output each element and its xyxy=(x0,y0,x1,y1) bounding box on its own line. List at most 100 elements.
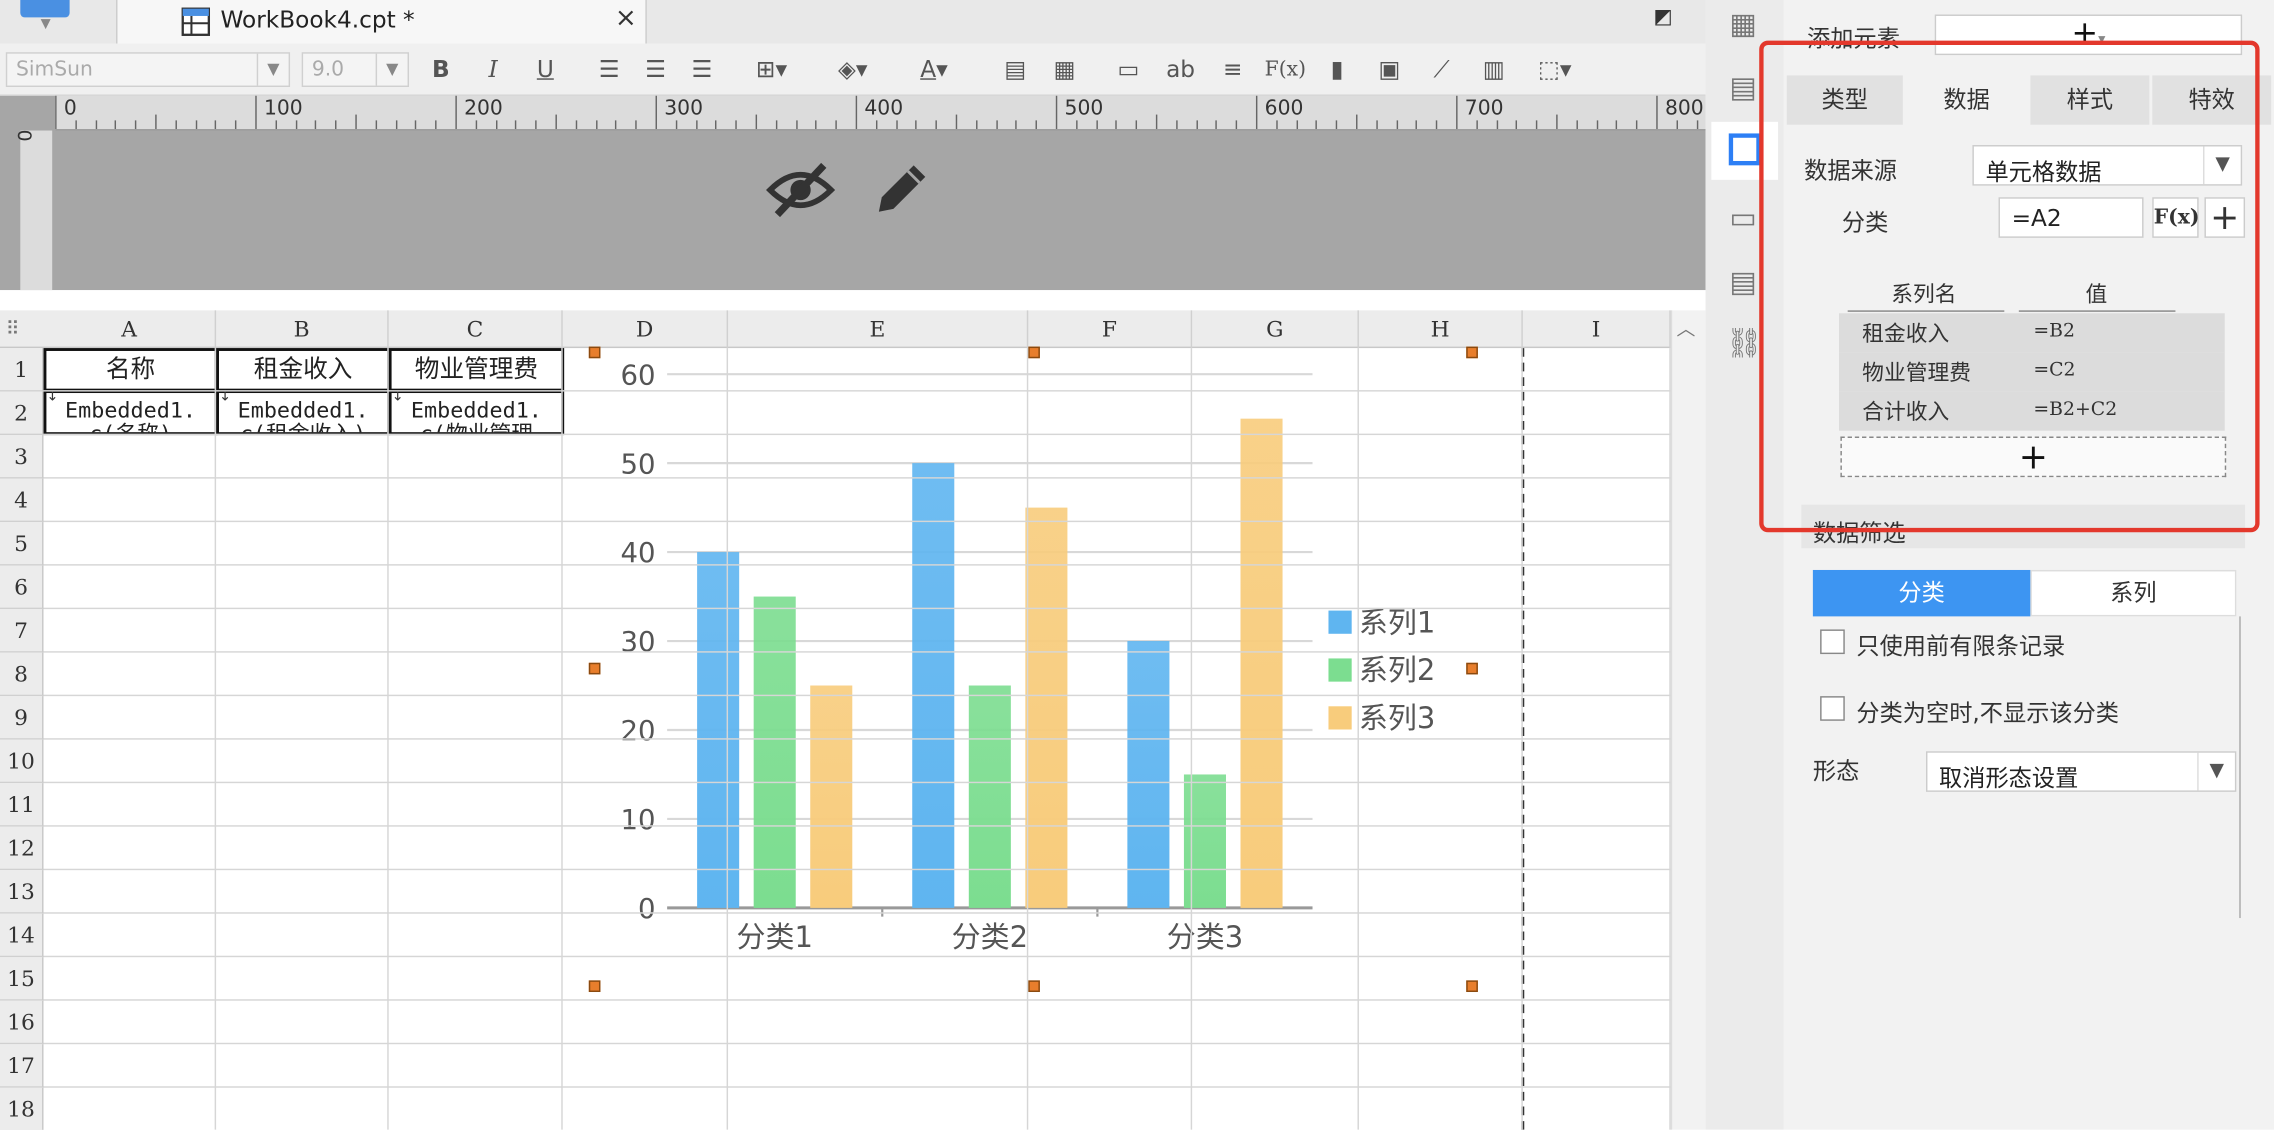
formula-icon[interactable]: F(x) xyxy=(1265,54,1306,86)
row-header[interactable]: 12 xyxy=(0,826,44,871)
column-header[interactable]: E xyxy=(728,310,1029,349)
resize-handle[interactable] xyxy=(588,980,601,993)
merge-cells-icon[interactable]: ▤ xyxy=(998,54,1033,86)
chevron-down-icon[interactable]: ▼ xyxy=(256,53,289,86)
resize-handle[interactable] xyxy=(1466,980,1478,993)
hide-empty-checkbox[interactable] xyxy=(1820,696,1845,721)
cell-a2[interactable]: Embedded1. c(名称) xyxy=(43,390,218,436)
ruler-tick xyxy=(1416,120,1418,130)
grid-row-line xyxy=(43,607,1671,610)
column-header[interactable]: C xyxy=(389,310,563,349)
slash-icon[interactable]: ⟋ xyxy=(1424,54,1459,86)
row-header[interactable]: 4 xyxy=(0,478,44,523)
text-ab-icon[interactable]: ab xyxy=(1163,54,1198,86)
italic-button[interactable]: I xyxy=(479,54,508,86)
resize-handle[interactable] xyxy=(1028,346,1040,359)
page-icon[interactable]: ▥ xyxy=(1476,54,1511,86)
frame-icon[interactable]: ⬚▾ xyxy=(1526,54,1584,86)
ruler-tick xyxy=(1596,120,1598,130)
shape-select[interactable]: 取消形态设置 ▼ xyxy=(1925,751,2237,792)
align-right-icon[interactable]: ☰ xyxy=(685,54,720,86)
condition-icon[interactable]: ▤ xyxy=(1726,264,1761,299)
row-header[interactable]: 18 xyxy=(0,1087,44,1130)
cell-c2[interactable]: Embedded1. c(物业管理 xyxy=(388,390,565,436)
resize-handle[interactable] xyxy=(1028,980,1040,993)
ruler-tick xyxy=(55,95,57,130)
row-header[interactable]: 3 xyxy=(0,435,44,479)
scroll-up-icon[interactable]: ︿ xyxy=(1677,313,1696,341)
filter-tab-series[interactable]: 系列 xyxy=(2030,569,2237,617)
cell-a1[interactable]: 名称 xyxy=(43,348,218,392)
resize-handle[interactable] xyxy=(588,662,601,675)
column-header[interactable]: F xyxy=(1028,310,1193,349)
column-header[interactable]: B xyxy=(216,310,389,349)
grid-row-line xyxy=(43,999,1671,1001)
column-header[interactable]: I xyxy=(1523,310,1671,349)
chevron-down-icon[interactable]: ▼ xyxy=(41,17,51,32)
resize-handle[interactable] xyxy=(1466,346,1478,359)
font-family-select[interactable]: SimSun ▼ xyxy=(5,52,291,88)
column-header[interactable]: G xyxy=(1192,310,1359,349)
cell-c1[interactable]: 物业管理费 xyxy=(388,348,565,392)
row-header[interactable]: 14 xyxy=(0,913,44,958)
row-header[interactable]: 5 xyxy=(0,522,44,566)
ruler-tick xyxy=(1315,120,1318,130)
row-header[interactable]: 1 xyxy=(0,348,44,392)
row-header[interactable]: 15 xyxy=(0,957,44,1001)
font-size-select[interactable]: 9.0 ▼ xyxy=(301,52,409,88)
cell-element-icon[interactable]: ▤ xyxy=(1726,70,1761,105)
x-tick-label: 分类3 xyxy=(1167,920,1243,954)
row-header[interactable]: 7 xyxy=(0,609,44,653)
ruler-tick xyxy=(1295,120,1298,130)
column-header[interactable]: H xyxy=(1359,310,1523,349)
bar-chart-icon[interactable]: ▮ xyxy=(1320,54,1355,86)
app-logo[interactable] xyxy=(20,0,70,18)
bold-button[interactable]: B xyxy=(426,54,455,86)
chevron-down-icon[interactable]: ▼ xyxy=(2197,752,2235,791)
font-color-icon[interactable]: A▾ xyxy=(905,54,963,86)
chevron-down-icon[interactable]: ▼ xyxy=(375,53,408,86)
row-header[interactable]: 10 xyxy=(0,739,44,784)
resize-handle[interactable] xyxy=(588,346,601,359)
image-icon[interactable]: ▣ xyxy=(1372,54,1407,86)
window-menu-icon[interactable]: ◩ xyxy=(1653,6,1672,29)
ruler-tick xyxy=(1215,120,1218,130)
row-header[interactable]: 11 xyxy=(0,783,44,827)
column-header[interactable]: A xyxy=(44,310,217,349)
ruler-tick xyxy=(555,114,557,130)
row-header[interactable]: 13 xyxy=(0,870,44,914)
link-icon[interactable]: ⛓ xyxy=(1726,325,1763,360)
split-cells-icon[interactable]: ▦ xyxy=(1047,54,1082,86)
resize-handle[interactable] xyxy=(1466,662,1478,675)
column-header[interactable]: D xyxy=(563,310,729,349)
vertical-scrollbar[interactable] xyxy=(1670,310,1706,1130)
pencil-icon[interactable] xyxy=(867,157,934,224)
row-header[interactable]: 8 xyxy=(0,652,44,697)
ruler-tick xyxy=(995,120,998,130)
row-header[interactable]: 16 xyxy=(0,1000,44,1045)
cell-attribute-icon[interactable]: ▦ xyxy=(1726,6,1761,41)
ruler-tick xyxy=(215,120,217,130)
ruler-tick xyxy=(515,120,517,130)
row-header[interactable]: 17 xyxy=(0,1044,44,1088)
row-header[interactable]: 6 xyxy=(0,565,44,610)
align-center-icon[interactable]: ☰ xyxy=(638,54,673,86)
align-left-icon[interactable]: ☰ xyxy=(592,54,627,86)
filter-tab-category[interactable]: 分类 xyxy=(1812,569,2031,617)
widget-icon[interactable]: ▭ xyxy=(1726,200,1761,235)
paragraph-icon[interactable]: ≡ xyxy=(1215,54,1250,86)
cell-b2[interactable]: Embedded1. c(租金收入) xyxy=(216,390,391,436)
limit-records-checkbox[interactable] xyxy=(1820,629,1845,655)
eye-off-icon[interactable] xyxy=(766,157,836,224)
underline-button[interactable]: U xyxy=(531,54,560,86)
ruler-tick xyxy=(575,120,577,130)
text-field-icon[interactable]: ▭ xyxy=(1111,54,1146,86)
close-icon[interactable]: × xyxy=(615,3,637,33)
fill-color-icon[interactable]: ◈▾ xyxy=(824,54,882,86)
cell-b1[interactable]: 租金收入 xyxy=(216,348,391,392)
row-header[interactable]: 2 xyxy=(0,391,44,436)
ruler-tick xyxy=(355,114,357,130)
select-all-icon[interactable]: ⠿ xyxy=(6,319,20,341)
border-icon[interactable]: ⊞▾ xyxy=(743,54,801,86)
row-header[interactable]: 9 xyxy=(0,696,44,740)
